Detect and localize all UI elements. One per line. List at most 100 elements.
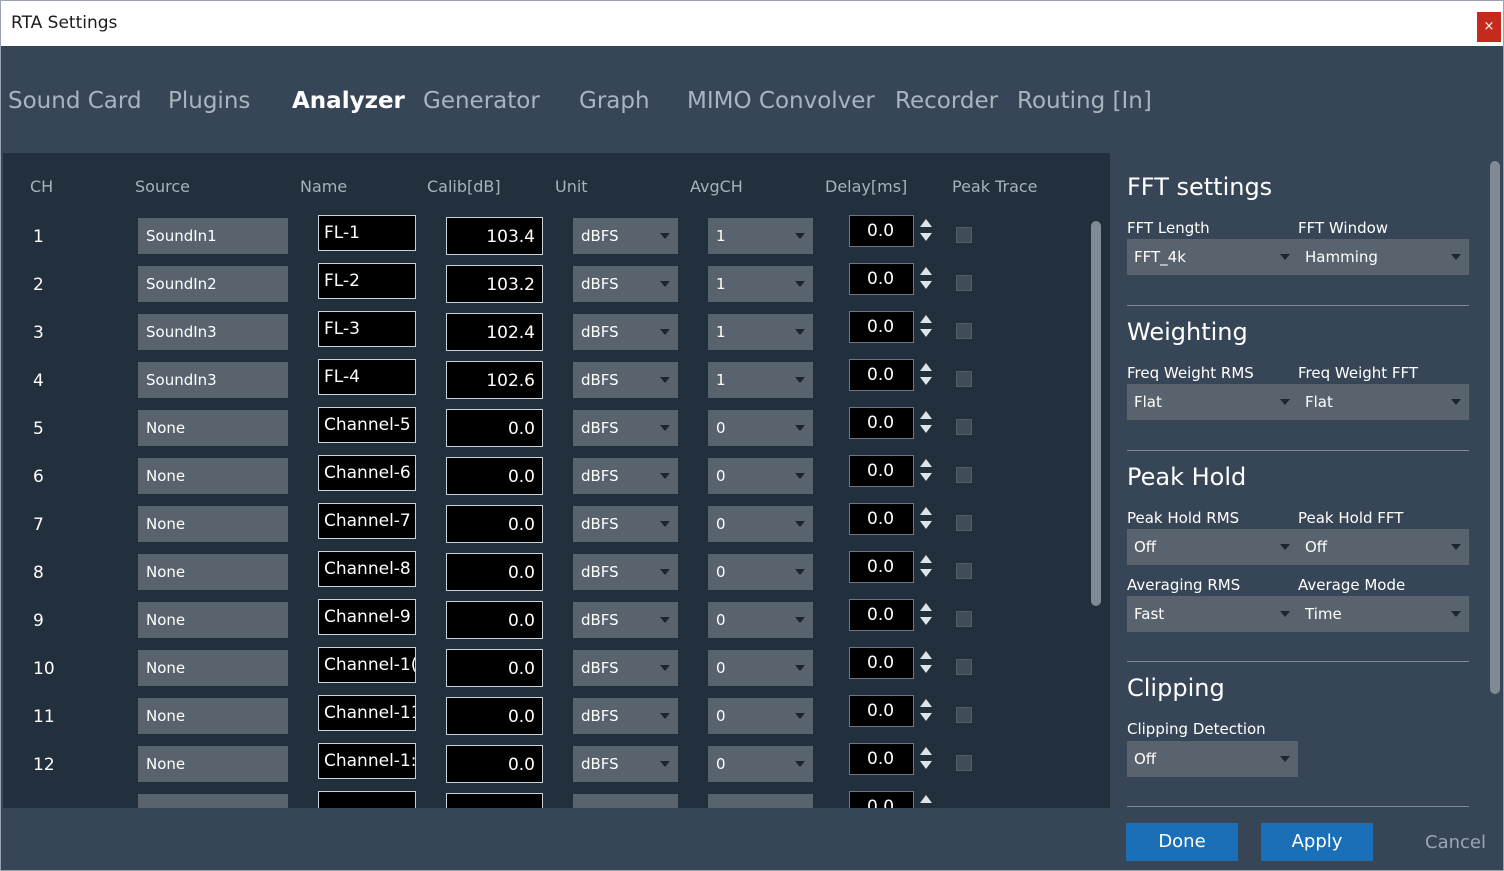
fft-window-dropdown[interactable]: Hamming (1298, 239, 1469, 275)
done-button[interactable]: Done (1126, 823, 1238, 861)
peak-hold-fft-dropdown[interactable]: Off (1298, 529, 1469, 565)
delay-input[interactable]: 0.0 (849, 359, 914, 391)
peak-trace-checkbox[interactable] (956, 563, 972, 579)
source-field[interactable] (138, 794, 288, 808)
channel-name-input[interactable]: Channel-11 (318, 695, 416, 731)
source-field[interactable]: None (138, 650, 288, 686)
avgch-dropdown[interactable]: 0 (708, 410, 813, 446)
arrow-up-icon[interactable] (920, 795, 932, 803)
source-field[interactable]: None (138, 458, 288, 494)
arrow-up-icon[interactable] (920, 699, 932, 707)
arrow-down-icon[interactable] (920, 665, 932, 673)
source-field[interactable]: SoundIn3 (138, 362, 288, 398)
tab-plugins[interactable]: Plugins (168, 88, 250, 114)
table-scrollbar[interactable] (1091, 221, 1101, 606)
delay-stepper[interactable] (920, 215, 934, 247)
peak-trace-checkbox[interactable] (956, 659, 972, 675)
arrow-up-icon[interactable] (920, 267, 932, 275)
delay-stepper[interactable] (920, 503, 934, 535)
arrow-up-icon[interactable] (920, 363, 932, 371)
delay-input[interactable]: 0.0 (849, 215, 914, 247)
arrow-up-icon[interactable] (920, 747, 932, 755)
arrow-up-icon[interactable] (920, 315, 932, 323)
arrow-down-icon[interactable] (920, 521, 932, 529)
arrow-down-icon[interactable] (920, 425, 932, 433)
arrow-up-icon[interactable] (920, 651, 932, 659)
arrow-up-icon[interactable] (920, 555, 932, 563)
avgch-dropdown[interactable]: 0 (708, 506, 813, 542)
arrow-down-icon[interactable] (920, 617, 932, 625)
arrow-down-icon[interactable] (920, 329, 932, 337)
source-field[interactable]: SoundIn1 (138, 218, 288, 254)
channel-name-input[interactable]: FL-4 (318, 359, 416, 395)
arrow-up-icon[interactable] (920, 219, 932, 227)
arrow-down-icon[interactable] (920, 569, 932, 577)
avgch-dropdown[interactable]: 1 (708, 314, 813, 350)
fft-length-dropdown[interactable]: FFT_4k (1127, 239, 1298, 275)
delay-stepper[interactable] (920, 743, 934, 775)
avgch-dropdown[interactable] (708, 794, 813, 808)
channel-name-input[interactable]: Channel-7 (318, 503, 416, 539)
delay-stepper[interactable] (920, 647, 934, 679)
channel-name-input[interactable]: Channel-1( (318, 647, 416, 683)
arrow-down-icon[interactable] (920, 377, 932, 385)
avgch-dropdown[interactable]: 1 (708, 266, 813, 302)
calib-input[interactable]: 0.0 (446, 601, 543, 639)
calib-input[interactable]: 0.0 (446, 505, 543, 543)
delay-stepper[interactable] (920, 599, 934, 631)
delay-stepper[interactable] (920, 407, 934, 439)
peak-trace-checkbox[interactable] (956, 323, 972, 339)
delay-stepper[interactable] (920, 455, 934, 487)
calib-input[interactable]: 0.0 (446, 457, 543, 495)
source-field[interactable]: None (138, 698, 288, 734)
delay-input[interactable]: 0.0 (849, 455, 914, 487)
unit-dropdown[interactable]: dBFS (573, 650, 678, 686)
arrow-down-icon[interactable] (920, 473, 932, 481)
peak-trace-checkbox[interactable] (956, 707, 972, 723)
avgch-dropdown[interactable]: 0 (708, 458, 813, 494)
tab-routing-in[interactable]: Routing [In] (1017, 88, 1152, 114)
arrow-up-icon[interactable] (920, 507, 932, 515)
peak-trace-checkbox[interactable] (956, 275, 972, 291)
arrow-up-icon[interactable] (920, 459, 932, 467)
peak-trace-checkbox[interactable] (956, 371, 972, 387)
close-button[interactable]: × (1477, 12, 1501, 42)
channel-name-input[interactable]: Channel-9 (318, 599, 416, 635)
arrow-down-icon[interactable] (920, 233, 932, 241)
avgch-dropdown[interactable]: 0 (708, 602, 813, 638)
tab-graph[interactable]: Graph (579, 88, 650, 114)
tab-analyzer[interactable]: Analyzer (292, 88, 405, 114)
delay-input[interactable]: 0.0 (849, 503, 914, 535)
channel-name-input[interactable] (318, 791, 416, 808)
calib-input[interactable]: 0.0 (446, 649, 543, 687)
peak-trace-checkbox[interactable] (956, 227, 972, 243)
unit-dropdown[interactable]: dBFS (573, 362, 678, 398)
delay-input[interactable]: 0.0 (849, 551, 914, 583)
avgch-dropdown[interactable]: 0 (708, 746, 813, 782)
avgch-dropdown[interactable]: 1 (708, 362, 813, 398)
calib-input[interactable]: 103.2 (446, 265, 543, 303)
tab-mimo-convolver[interactable]: MIMO Convolver (687, 88, 875, 114)
delay-stepper[interactable] (920, 311, 934, 343)
delay-input[interactable]: 0.0 (849, 263, 914, 295)
calib-input[interactable]: 103.4 (446, 217, 543, 255)
peak-trace-checkbox[interactable] (956, 515, 972, 531)
delay-input[interactable]: 0.0 (849, 311, 914, 343)
delay-stepper[interactable] (920, 695, 934, 727)
side-panel-scrollbar[interactable] (1490, 161, 1500, 694)
source-field[interactable]: SoundIn3 (138, 314, 288, 350)
peak-trace-checkbox[interactable] (956, 467, 972, 483)
channel-name-input[interactable]: Channel-1: (318, 743, 416, 779)
unit-dropdown[interactable]: dBFS (573, 458, 678, 494)
channel-name-input[interactable]: Channel-5 (318, 407, 416, 443)
channel-name-input[interactable]: FL-2 (318, 263, 416, 299)
average-mode-dropdown[interactable]: Time (1298, 596, 1469, 632)
avgch-dropdown[interactable]: 0 (708, 650, 813, 686)
arrow-down-icon[interactable] (920, 713, 932, 721)
calib-input[interactable]: 0.0 (446, 745, 543, 783)
channel-name-input[interactable]: Channel-6 (318, 455, 416, 491)
freq-weight-rms-dropdown[interactable]: Flat (1127, 384, 1298, 420)
calib-input[interactable]: 0.0 (446, 553, 543, 591)
freq-weight-fft-dropdown[interactable]: Flat (1298, 384, 1469, 420)
channel-name-input[interactable]: FL-1 (318, 215, 416, 251)
